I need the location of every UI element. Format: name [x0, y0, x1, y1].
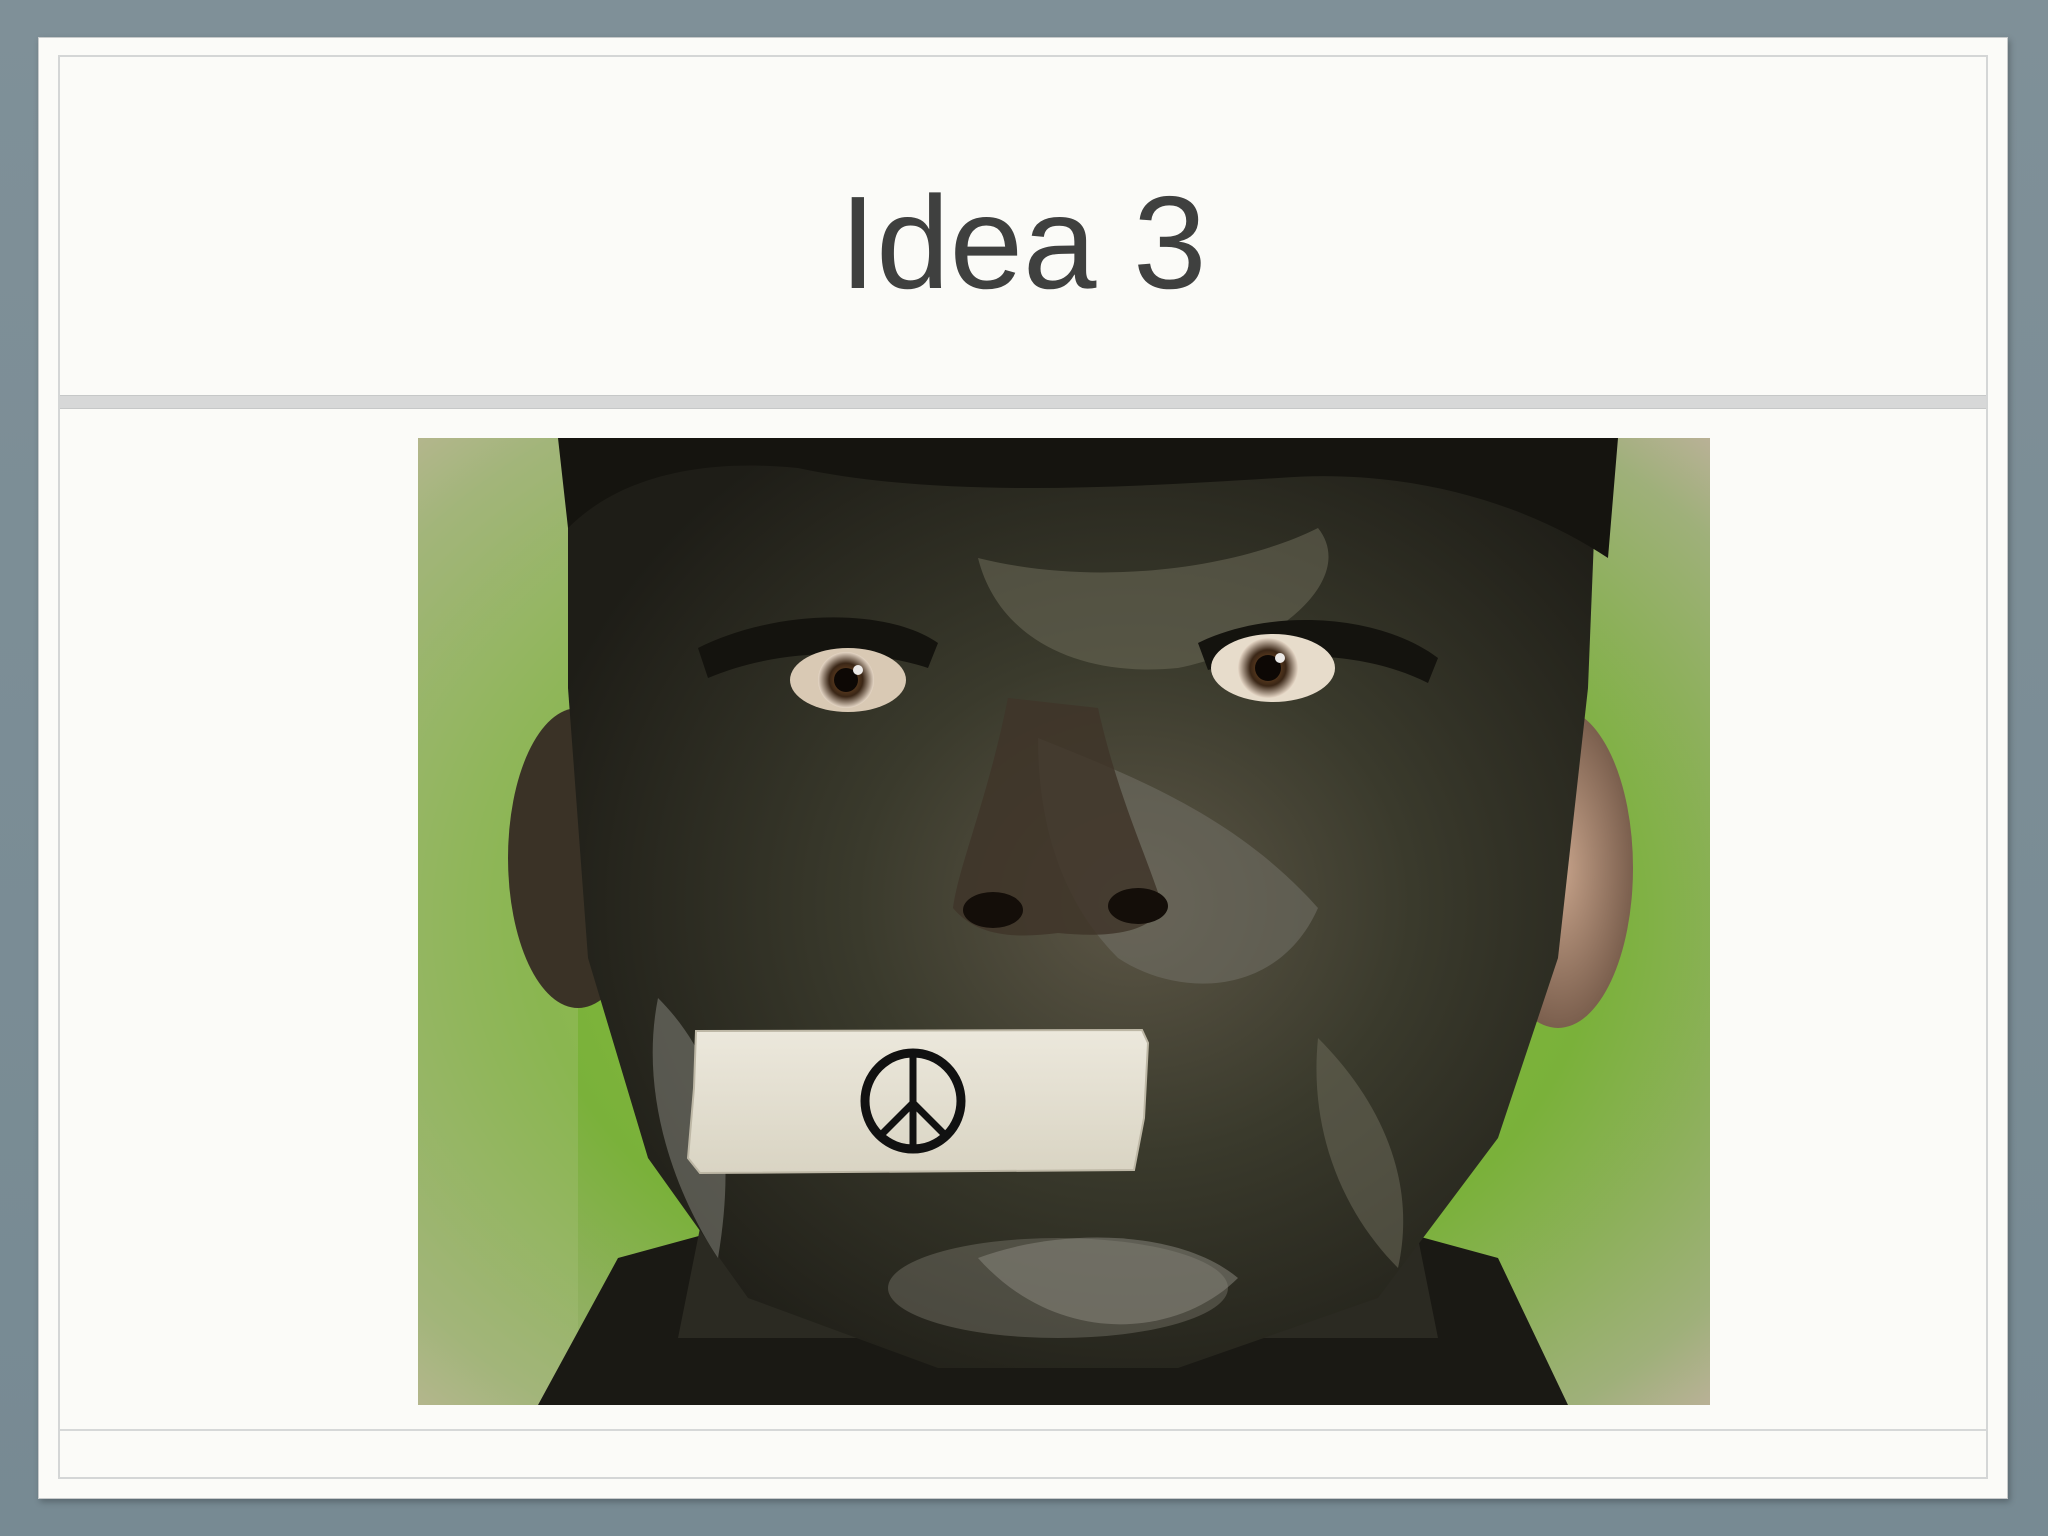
footer-divider: [60, 1429, 1986, 1431]
slide-title: Idea 3: [839, 169, 1207, 316]
title-placeholder: Idea 3: [60, 57, 1986, 397]
presentation-background: Idea 3: [0, 0, 2048, 1536]
title-divider: [60, 395, 1986, 409]
peace-symbol-icon: [686, 1028, 1150, 1175]
slide: Idea 3: [38, 37, 2008, 1499]
slide-photo: [418, 438, 1710, 1405]
slide-inner-frame: Idea 3: [58, 55, 1988, 1479]
